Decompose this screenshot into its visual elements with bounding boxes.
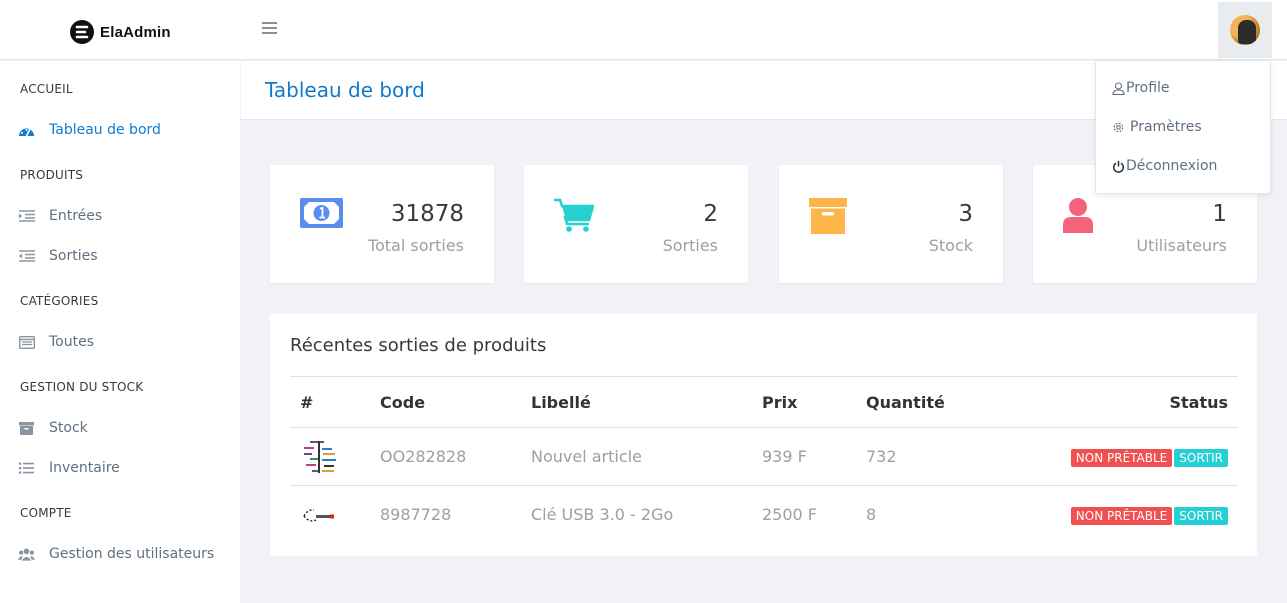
stat-value: 3 xyxy=(958,201,973,227)
dropdown-item-label: Pramètres xyxy=(1130,119,1202,135)
indent-icon xyxy=(18,209,35,223)
sidebar-section-title: CATÉGORIES xyxy=(20,294,99,308)
sidebar-section-title: ACCUEIL xyxy=(20,82,73,96)
product-price: 2500 F xyxy=(762,505,818,525)
dropdown-item-label: Profile xyxy=(1126,80,1170,96)
sidebar: ACCUEIL Tableau de bord PRODUITS Entrées… xyxy=(0,61,240,603)
product-price: 939 F xyxy=(752,427,856,486)
stat-value: 31878 xyxy=(390,201,464,227)
user-dropdown-menu: Profile Pramètres Déconnexion xyxy=(1095,60,1271,194)
sidebar-item-sorties[interactable]: Sorties xyxy=(18,245,98,267)
user-menu-button[interactable] xyxy=(1218,2,1272,58)
sortir-badge[interactable]: SORTIR xyxy=(1174,506,1228,525)
sidebar-item-gestion-des-utilisateurs[interactable]: Gestion des utilisateurs xyxy=(18,543,214,565)
sidebar-item-label: Sorties xyxy=(49,248,98,264)
product-quantity: 732 xyxy=(856,427,1016,486)
user-avatar xyxy=(1230,15,1260,45)
sidebar-item-label: Toutes xyxy=(49,334,95,350)
power-icon xyxy=(1111,159,1125,173)
archive-icon xyxy=(18,421,35,435)
users-icon xyxy=(18,547,35,561)
list-alt-icon xyxy=(18,335,35,349)
recent-sorties-table: # Code Libellé Prix Quantité Status OO28… xyxy=(290,376,1238,544)
dashboard-icon xyxy=(18,123,35,137)
sidebar-section-title: GESTION DU STOCK xyxy=(20,380,144,394)
sidebar-section-title: COMPTE xyxy=(20,506,72,520)
product-code: 8987728 xyxy=(380,505,452,525)
stat-label: Sorties xyxy=(662,236,718,255)
brand-logo-icon xyxy=(70,20,94,44)
product-thumbnail xyxy=(290,427,370,486)
table-row[interactable]: OO282828 Nouvel article 939 F 732 NON PR… xyxy=(290,427,1238,486)
hamburger-icon-line xyxy=(262,27,277,29)
column-header: Status xyxy=(1016,376,1238,428)
dropdown-item-profile[interactable]: Profile xyxy=(1111,80,1170,96)
stat-card-stock: 3 Stock xyxy=(779,165,1003,283)
product-label: Clé USB 3.0 - 2Go xyxy=(531,505,674,525)
archive-box-icon xyxy=(809,198,847,238)
product-quantity: 8 xyxy=(866,505,877,525)
non-pretable-badge[interactable]: NON PRÊTABLE xyxy=(1070,506,1173,525)
gear-icon xyxy=(1111,120,1125,134)
table-row[interactable]: 8987728 Clé USB 3.0 - 2Go 2500 F 8 NON P… xyxy=(290,486,1238,544)
column-header: Prix xyxy=(752,376,856,428)
product-code: OO282828 xyxy=(370,427,521,486)
menu-toggle-button[interactable] xyxy=(262,22,277,36)
product-status: NON PRÊTABLE SORTIR xyxy=(1016,427,1238,486)
hamburger-icon-line xyxy=(262,22,277,24)
user-outline-icon xyxy=(1111,81,1125,95)
product-image xyxy=(303,508,334,522)
stat-value: 2 xyxy=(703,201,718,227)
non-pretable-badge[interactable]: NON PRÊTABLE xyxy=(1070,448,1173,467)
product-status: NON PRÊTABLE SORTIR xyxy=(1016,486,1238,544)
dropdown-item-label: Déconnexion xyxy=(1126,158,1218,174)
product-image xyxy=(304,440,336,473)
product-label: Nouvel article xyxy=(521,427,752,486)
stat-label: Utilisateurs xyxy=(1136,236,1227,255)
list-icon xyxy=(18,461,35,475)
brand-logo[interactable]: ElaAdmin xyxy=(70,20,171,44)
stat-card-total-sorties: 31878 Total sorties xyxy=(270,165,494,283)
stat-card-sorties: 2 Sorties xyxy=(524,165,748,283)
sidebar-item-label: Gestion des utilisateurs xyxy=(49,546,215,562)
product-thumbnail xyxy=(290,486,370,544)
sidebar-item-label: Entrées xyxy=(49,208,103,224)
sidebar-item-label: Stock xyxy=(49,420,88,436)
hamburger-icon-line xyxy=(262,32,277,34)
sidebar-item-inventaire[interactable]: Inventaire xyxy=(18,457,120,479)
dropdown-item-deconnexion[interactable]: Déconnexion xyxy=(1111,158,1217,174)
stat-value: 1 xyxy=(1212,201,1227,227)
sidebar-item-tableau-de-bord[interactable]: Tableau de bord xyxy=(18,119,161,141)
outdent-icon xyxy=(18,249,35,263)
sidebar-item-toutes[interactable]: Toutes xyxy=(18,331,94,353)
column-header: Libellé xyxy=(521,376,752,428)
column-header: Code xyxy=(370,376,521,428)
dropdown-item-parametres[interactable]: Pramètres xyxy=(1111,119,1202,135)
sortir-badge[interactable]: SORTIR xyxy=(1174,448,1228,467)
column-header: Quantité xyxy=(856,376,1016,428)
stat-label: Stock xyxy=(928,236,973,255)
page-title: Tableau de bord xyxy=(265,78,425,102)
sidebar-item-entrees[interactable]: Entrées xyxy=(18,205,102,227)
sidebar-item-stock[interactable]: Stock xyxy=(18,417,88,439)
brand-name: ElaAdmin xyxy=(100,23,171,41)
user-icon xyxy=(1063,198,1093,237)
column-header: # xyxy=(290,376,370,428)
sidebar-item-label: Tableau de bord xyxy=(49,122,161,138)
money-icon xyxy=(300,198,343,232)
stat-label: Total sorties xyxy=(367,236,464,255)
sidebar-section-title: PRODUITS xyxy=(20,168,84,182)
recent-sorties-card: Récentes sorties de produits # Code Libe… xyxy=(270,314,1257,556)
table-header-row: # Code Libellé Prix Quantité Status xyxy=(290,376,1238,428)
cart-icon xyxy=(554,198,595,236)
sidebar-item-label: Inventaire xyxy=(49,460,120,476)
recent-sorties-title: Récentes sorties de produits xyxy=(290,335,547,356)
top-header: ElaAdmin xyxy=(0,0,1287,60)
